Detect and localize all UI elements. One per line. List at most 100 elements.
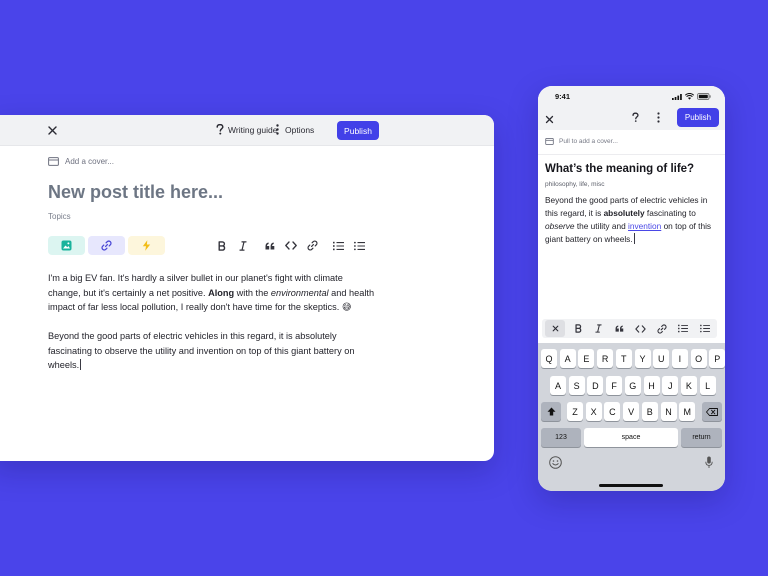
text-cursor	[80, 359, 82, 370]
key[interactable]: R	[597, 349, 614, 368]
bold-text: absolutely	[603, 208, 645, 218]
key[interactable]: F	[606, 376, 623, 395]
key[interactable]: L	[699, 376, 716, 395]
text-run: fascinating to	[644, 208, 696, 218]
mobile-toolbar: Publish	[538, 108, 725, 130]
key[interactable]: N	[660, 402, 677, 421]
desktop-toolbar: Writing guide Options Publish	[0, 115, 494, 146]
key[interactable]: D	[587, 376, 604, 395]
key[interactable]: Z	[567, 402, 583, 421]
key[interactable]: I	[671, 349, 688, 368]
key[interactable]: K	[680, 376, 697, 395]
space-key[interactable]: space	[584, 428, 678, 447]
emoji-icon[interactable]	[549, 456, 562, 469]
quote-button[interactable]	[263, 239, 276, 252]
italic-text: observe	[545, 221, 575, 231]
text-run: Beyond the good parts of electric vehicl…	[48, 331, 355, 370]
post-title[interactable]: What’s the meaning of life?	[545, 163, 694, 175]
question-mark-icon	[216, 124, 224, 135]
key[interactable]: B	[641, 402, 658, 421]
key[interactable]: A	[550, 376, 566, 395]
italic-button[interactable]	[236, 239, 249, 252]
more-vertical-icon[interactable]	[657, 112, 660, 123]
bold-icon	[575, 324, 582, 333]
post-body-editor[interactable]: Beyond the good parts of electric vehicl…	[545, 194, 721, 246]
post-body-editor[interactable]: I'm a big EV fan. It's hardly a silver b…	[48, 271, 378, 387]
emoji: 😅	[341, 302, 352, 312]
close-format-button[interactable]	[545, 320, 565, 337]
key[interactable]: T	[615, 349, 632, 368]
writing-guide-button[interactable]: Writing guide	[216, 124, 277, 135]
key[interactable]: Q	[541, 349, 557, 368]
close-icon[interactable]	[545, 115, 554, 124]
italic-icon	[238, 240, 247, 251]
key[interactable]: C	[604, 402, 621, 421]
link-button[interactable]	[306, 239, 319, 252]
topics-input[interactable]: Topics	[48, 212, 71, 221]
key[interactable]: Y	[634, 349, 651, 368]
key[interactable]: O	[690, 349, 707, 368]
ordered-list-button[interactable]	[332, 239, 345, 252]
key[interactable]: S	[568, 376, 585, 395]
post-title-input[interactable]: New post title here...	[48, 182, 223, 203]
link-icon	[656, 323, 667, 334]
italic-button[interactable]	[592, 322, 605, 335]
insert-image-button[interactable]	[48, 236, 85, 255]
writing-guide-label: Writing guide	[228, 124, 278, 135]
publish-button[interactable]: Publish	[677, 108, 719, 127]
more-vertical-icon	[276, 124, 279, 135]
quote-icon	[615, 325, 624, 332]
bullet-list-button[interactable]	[353, 239, 366, 252]
ordered-list-icon	[333, 241, 344, 250]
insert-embed-button[interactable]	[128, 236, 165, 255]
key[interactable]: V	[623, 402, 640, 421]
ordered-list-button[interactable]	[676, 322, 689, 335]
quote-icon	[265, 242, 274, 249]
quote-button[interactable]	[613, 322, 626, 335]
cover-bar: Pull to add a cover...	[538, 130, 725, 155]
question-mark-icon[interactable]	[632, 112, 639, 123]
link-button[interactable]	[655, 322, 668, 335]
lightning-icon	[142, 240, 151, 251]
add-cover-button[interactable]: Add a cover...	[48, 157, 114, 166]
key[interactable]: M	[679, 402, 696, 421]
card-icon	[545, 138, 554, 145]
bullet-list-icon	[354, 241, 365, 250]
status-time: 9:41	[555, 92, 571, 101]
key[interactable]: P	[709, 349, 725, 368]
key[interactable]: U	[653, 349, 670, 368]
key[interactable]: J	[662, 376, 679, 395]
bullet-list-button[interactable]	[698, 322, 711, 335]
add-cover-button[interactable]: Pull to add a cover...	[545, 138, 618, 145]
bold-button[interactable]	[572, 322, 585, 335]
add-cover-label: Add a cover...	[65, 157, 114, 166]
numbers-key[interactable]: 123	[541, 428, 581, 447]
status-bar: 9:41	[538, 86, 725, 108]
bold-button[interactable]	[215, 239, 228, 252]
key[interactable]: A	[559, 349, 576, 368]
code-button[interactable]	[634, 322, 647, 335]
microphone-icon[interactable]	[705, 456, 713, 469]
key[interactable]: E	[578, 349, 595, 368]
publish-button[interactable]: Publish	[337, 121, 379, 140]
backspace-key[interactable]	[702, 402, 722, 421]
home-indicator	[599, 484, 663, 487]
key[interactable]: G	[624, 376, 641, 395]
shift-key[interactable]	[541, 402, 561, 421]
status-icons	[672, 93, 711, 100]
bold-icon	[218, 240, 225, 251]
link-icon	[101, 240, 112, 251]
key[interactable]: X	[585, 402, 602, 421]
text-run: the utility and	[574, 221, 629, 231]
link-icon	[307, 240, 318, 251]
return-key[interactable]: return	[681, 428, 722, 447]
close-icon[interactable]	[46, 124, 59, 137]
code-button[interactable]	[284, 239, 297, 252]
inline-link[interactable]: invention	[628, 221, 661, 231]
format-toolbar	[542, 319, 717, 338]
backspace-icon	[706, 407, 718, 416]
insert-link-button[interactable]	[88, 236, 125, 255]
options-button[interactable]: Options	[276, 124, 314, 135]
post-tags[interactable]: philosophy, life, misc	[545, 181, 605, 188]
key[interactable]: H	[643, 376, 660, 395]
